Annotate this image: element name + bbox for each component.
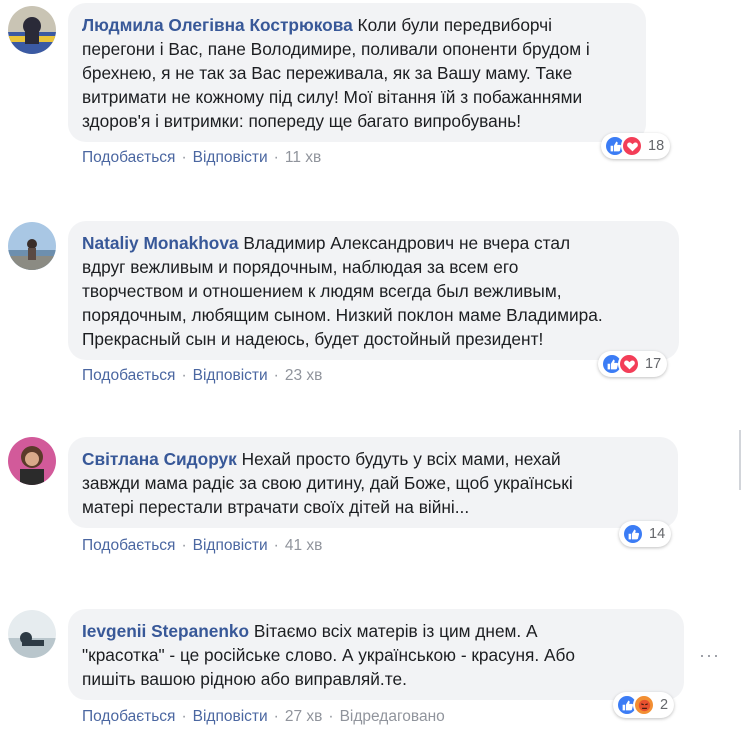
love-icon [621,135,643,157]
comment-bubble: Nataliy Monakhova Владимир Александрович… [68,221,679,360]
comment-author-link[interactable]: Світлана Сидорук [82,449,237,469]
comment-author-link[interactable]: Nataliy Monakhova [82,233,239,253]
avatar-image [8,437,56,485]
reaction-count: 2 [660,697,669,713]
reply-link[interactable]: Відповісти [193,537,268,554]
comment-text-line: Прекрасный сын и надеюсь, будет достойны… [82,329,544,349]
like-icon [622,523,644,545]
comment-text-line: Вітаємо всіх матерів із цим днем. А [253,621,538,641]
avatar-image [8,610,56,658]
comment-author-link[interactable]: Ievgenii Stepanenko [82,621,249,641]
comment-actions: Подобається · Відповісти · 11 хв [82,149,322,166]
comment-body: Ievgenii Stepanenko Вітаємо всіх матерів… [82,619,670,691]
avatar[interactable] [8,610,56,658]
avatar-image [8,6,56,54]
comment-text-line: брехнею, я не так за Вас переживала, як … [82,63,573,83]
like-link[interactable]: Подобається [82,367,175,384]
like-link[interactable]: Подобається [82,708,175,725]
like-link[interactable]: Подобається [82,149,175,166]
comment-text-line: вдруг вежливым и порядочным, наблюдая за… [82,257,519,277]
angry-icon [633,694,655,716]
comment-text-line: здоров'я і витримки: попереду ще багато … [82,111,522,131]
reaction-summary[interactable]: 17 [598,351,668,377]
avatar[interactable] [8,437,56,485]
comment-text-line: Владимир Александрович не вчера стал [243,233,571,253]
reaction-summary[interactable]: 14 [619,521,672,547]
reaction-count: 18 [648,138,665,154]
reaction-count: 14 [649,526,666,542]
avatar[interactable] [8,6,56,54]
comment-text-line: матері перестали втрачати своїх дітей на… [82,497,470,517]
comment-timestamp[interactable]: 27 хв [285,708,323,725]
comment-body: Людмила Олегівна Кострюкова Коли були пе… [82,13,632,133]
reply-link[interactable]: Відповісти [193,367,268,384]
reply-link[interactable]: Відповісти [193,149,268,166]
comment-timestamp[interactable]: 23 хв [285,367,323,384]
edited-label[interactable]: Відредаговано [340,708,445,725]
avatar[interactable] [8,222,56,270]
comment-text-line: творчеством и отношением к людям всегда … [82,281,562,301]
comment-bubble: Світлана Сидорук Нехай просто будуть у в… [68,437,678,528]
reaction-count: 17 [645,356,662,372]
comment-text-line: "красотка" - це російське слово. А украї… [82,645,575,665]
comment-bubble: Ievgenii Stepanenko Вітаємо всіх матерів… [68,609,684,700]
comment-actions: Подобається · Відповісти · 23 хв [82,367,323,384]
comment-text-line: пишіть вашою рідною або виправляй.те. [82,669,407,689]
comment-timestamp[interactable]: 11 хв [285,149,321,166]
reaction-summary[interactable]: 2 [613,692,675,718]
comment-text-line: порядочным, любящим сыном. Низкий поклон… [82,305,603,325]
comment-text-line: Коли були передвиборчі [357,15,553,35]
avatar-image [8,222,56,270]
comment-actions: Подобається · Відповісти · 27 хв · Відредагова… [82,708,445,725]
more-options-icon[interactable]: ··· [699,645,720,666]
comment-body: Nataliy Monakhova Владимир Александрович… [82,231,665,351]
comment-text-line: завжди мама радіє за свою дитину, дай Бо… [82,473,573,493]
love-icon [618,353,640,375]
comment-text-line: Нехай просто будуть у всіх мами, нехай [241,449,561,469]
comment-text-line: витримати не кожному під силу! Мої вітан… [82,87,583,107]
reaction-summary[interactable]: 18 [601,133,671,159]
comment-timestamp[interactable]: 41 хв [285,537,323,554]
comment-bubble: Людмила Олегівна Кострюкова Коли були пе… [68,3,646,142]
comment-actions: Подобається · Відповісти · 41 хв [82,537,323,554]
like-link[interactable]: Подобається [82,537,175,554]
comment-body: Світлана Сидорук Нехай просто будуть у в… [82,447,664,519]
comment-text-line: перегони і Вас, пане Володимире, поливал… [82,39,590,59]
comment-author-link[interactable]: Людмила Олегівна Кострюкова [82,15,353,35]
reply-link[interactable]: Відповісти [193,708,268,725]
